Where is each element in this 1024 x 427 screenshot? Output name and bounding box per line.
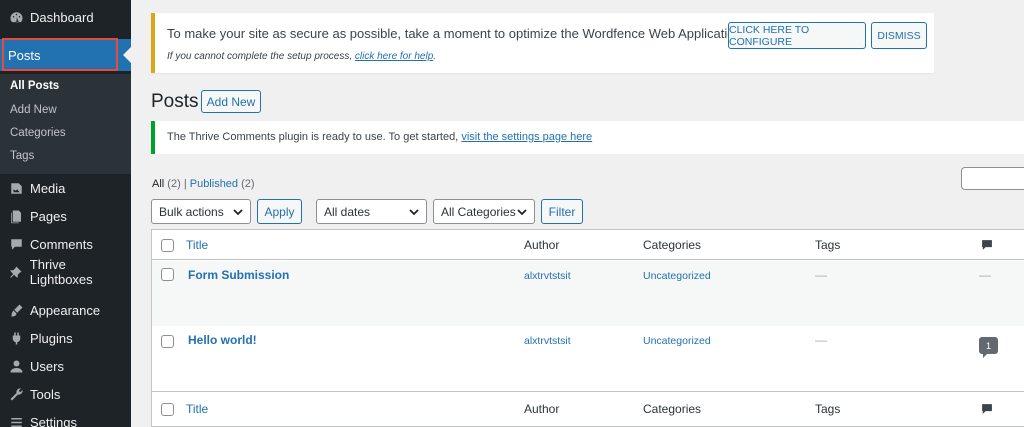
thrive-settings-link[interactable]: visit the settings page here (461, 131, 592, 143)
wrench-icon (8, 386, 24, 402)
row-checkbox[interactable] (161, 268, 174, 281)
sidebar-item-label: Posts (8, 47, 41, 63)
column-title[interactable]: Title (186, 238, 208, 252)
submenu-categories[interactable]: Categories (10, 127, 66, 139)
column-author: Author (524, 402, 560, 416)
sidebar-item-label: Pages (30, 208, 67, 224)
post-category-link[interactable]: Uncategorized (643, 270, 711, 282)
column-tags: Tags (815, 402, 841, 416)
row-checkbox[interactable] (161, 335, 174, 348)
comment-count-bubble[interactable]: 1 (979, 337, 998, 358)
dates-select[interactable]: All dates (316, 199, 427, 224)
thrive-comments-notice: The Thrive Comments plugin is ready to u… (151, 121, 1024, 154)
column-categories: Categories (643, 238, 702, 252)
table-row: Form Submission alxtrvtstsit Uncategoriz… (152, 261, 1024, 326)
post-author-link[interactable]: alxtrvtstsit (524, 270, 571, 282)
configure-firewall-button[interactable]: CLICK HERE TO CONFIGURE (728, 22, 866, 49)
submenu-add-new[interactable]: Add New (10, 104, 57, 116)
post-comments-count: — (979, 268, 991, 282)
post-author-link[interactable]: alxtrvtstsit (524, 335, 571, 347)
sidebar-item-comments[interactable]: Comments (0, 230, 131, 258)
posts-table: Title Author Categories Tags Form Submis… (151, 229, 1024, 427)
chevron-down-icon (517, 206, 527, 216)
sidebar-item-dashboard[interactable]: Dashboard (0, 3, 131, 31)
sidebar-item-label: Media (30, 180, 66, 196)
column-author: Author (524, 238, 560, 252)
filter-button[interactable]: Filter (541, 199, 583, 224)
sidebar-item-label: Tools (30, 386, 61, 402)
pages-icon (8, 208, 24, 224)
chevron-down-icon (409, 206, 419, 216)
column-title[interactable]: Title (186, 402, 208, 416)
dismiss-button[interactable]: DISMISS (871, 22, 927, 49)
sidebar-item-media[interactable]: Media (0, 174, 131, 202)
post-title-link[interactable]: Hello world! (188, 333, 257, 347)
page-title: Posts (151, 91, 199, 112)
bulk-actions-select[interactable]: Bulk actions (151, 199, 251, 224)
sidebar-item-settings[interactable]: Settings (0, 408, 131, 427)
pin-icon (8, 264, 24, 280)
status-published-count: (2) (241, 178, 255, 190)
table-header-row: Title Author Categories Tags (152, 230, 1024, 260)
sidebar-item-label: Plugins (30, 330, 73, 346)
submenu-all-posts[interactable]: All Posts (10, 80, 59, 92)
sidebar-item-thrive-lightboxes[interactable]: Thrive Lightboxes (0, 257, 131, 287)
plugin-icon (8, 330, 24, 346)
sidebar-item-pages[interactable]: Pages (0, 202, 131, 230)
brush-icon (8, 302, 24, 318)
post-tags: — (815, 268, 827, 282)
sidebar-item-label: Appearance (30, 302, 101, 318)
select-all-checkbox[interactable] (161, 239, 174, 252)
comments-icon (8, 236, 24, 252)
dashboard-icon (8, 9, 24, 25)
chevron-down-icon (233, 206, 243, 216)
wordfence-message: To make your site as secure as possible,… (167, 26, 794, 41)
comments-column-icon[interactable] (980, 402, 994, 416)
sidebar-item-label: Dashboard (30, 9, 94, 25)
wordfence-help-text: If you cannot complete the setup process… (167, 51, 437, 62)
sidebar-item-label: Comments (30, 236, 93, 252)
status-separator: | (183, 178, 187, 190)
post-status-filter: All (2) | Published (2) (152, 178, 255, 190)
post-category-link[interactable]: Uncategorized (643, 335, 711, 347)
sidebar-item-label: Settings (30, 414, 77, 427)
sidebar-item-appearance[interactable]: Appearance (0, 296, 131, 324)
search-posts-input[interactable] (961, 167, 1024, 190)
sidebar-item-posts[interactable]: Posts (0, 39, 131, 77)
status-published-link[interactable]: Published (190, 178, 238, 190)
comments-column-icon[interactable] (980, 238, 994, 252)
posts-submenu: All Posts Add New Categories Tags (0, 74, 131, 174)
apply-button[interactable]: Apply (257, 199, 302, 224)
current-menu-arrow (123, 47, 131, 63)
post-title-link[interactable]: Form Submission (188, 268, 289, 282)
add-new-post-button[interactable]: Add New (201, 90, 261, 113)
sidebar-item-label: Thrive Lightboxes (29, 257, 93, 287)
table-footer-row: Title Author Categories Tags (152, 391, 1024, 427)
sidebar-item-tools[interactable]: Tools (0, 380, 131, 408)
sidebar-item-label: Users (30, 358, 64, 374)
user-icon (8, 358, 24, 374)
admin-sidebar: Dashboard Posts All Posts Add New Catego… (0, 0, 131, 427)
submenu-tags[interactable]: Tags (10, 150, 34, 162)
wordfence-notice: To make your site as secure as possible,… (151, 13, 934, 73)
column-tags: Tags (815, 238, 841, 252)
select-all-checkbox[interactable] (161, 403, 174, 416)
settings-icon (8, 414, 24, 427)
column-categories: Categories (643, 402, 702, 416)
status-all-link[interactable]: All (152, 178, 164, 190)
media-icon (8, 180, 24, 196)
sidebar-item-users[interactable]: Users (0, 352, 131, 380)
thrive-message: The Thrive Comments plugin is ready to u… (167, 131, 459, 143)
sidebar-item-plugins[interactable]: Plugins (0, 324, 131, 352)
categories-select[interactable]: All Categories (433, 199, 535, 224)
post-tags: — (815, 333, 827, 347)
table-row: Hello world! alxtrvtstsit Uncategorized … (152, 326, 1024, 391)
help-link[interactable]: click here for help (355, 51, 433, 62)
status-all-count: (2) (167, 178, 181, 190)
